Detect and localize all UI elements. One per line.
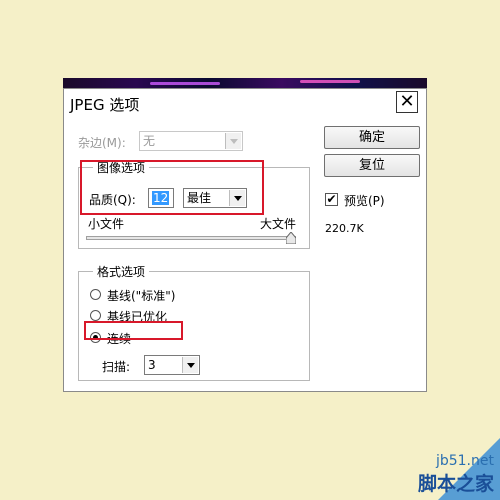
matte-select[interactable]: 无: [139, 131, 243, 151]
preview-label: 预览(P): [344, 194, 385, 208]
quality-slider-track[interactable]: [86, 236, 296, 240]
preview-checkbox[interactable]: ✔: [325, 193, 338, 206]
watermark-url: jb51.net: [435, 453, 494, 469]
background-glow: [150, 82, 220, 85]
close-icon: ✕: [399, 91, 415, 112]
scans-select[interactable]: 3: [144, 355, 200, 375]
title-bar: JPEG 选项 ✕: [64, 89, 426, 117]
chevron-down-icon: [225, 133, 241, 149]
format-options-title: 格式选项: [93, 263, 150, 280]
chevron-down-icon: [182, 357, 198, 373]
check-icon: ✔: [326, 192, 337, 206]
watermark-name: 脚本之家: [417, 473, 494, 495]
close-button[interactable]: ✕: [396, 91, 418, 113]
radio-baseline-optimized[interactable]: [90, 310, 101, 321]
ok-button[interactable]: 确定: [324, 126, 420, 149]
watermark: jb51.net 脚本之家: [418, 453, 494, 496]
matte-label: 杂边(M):: [78, 136, 126, 150]
dialog-title: JPEG 选项: [70, 96, 140, 114]
radio-baseline-standard[interactable]: [90, 289, 101, 300]
jpeg-options-dialog: JPEG 选项 ✕ 杂边(M): 无 图像选项 品质(Q): 12 最佳 小文件…: [63, 88, 427, 392]
quality-slider-thumb[interactable]: [286, 232, 296, 244]
option-baseline-standard-label: 基线("标准"): [107, 289, 176, 303]
file-size: 220.7K: [325, 222, 364, 235]
matte-value: 无: [143, 134, 156, 148]
scans-value: 3: [148, 358, 156, 372]
large-file-label: 大文件: [260, 217, 297, 231]
reset-button[interactable]: 复位: [324, 154, 420, 177]
highlight-progressive: [84, 321, 183, 340]
small-file-label: 小文件: [88, 217, 125, 231]
background-glow: [300, 80, 360, 83]
highlight-image-options: [80, 160, 264, 215]
scans-label: 扫描:: [102, 360, 131, 374]
